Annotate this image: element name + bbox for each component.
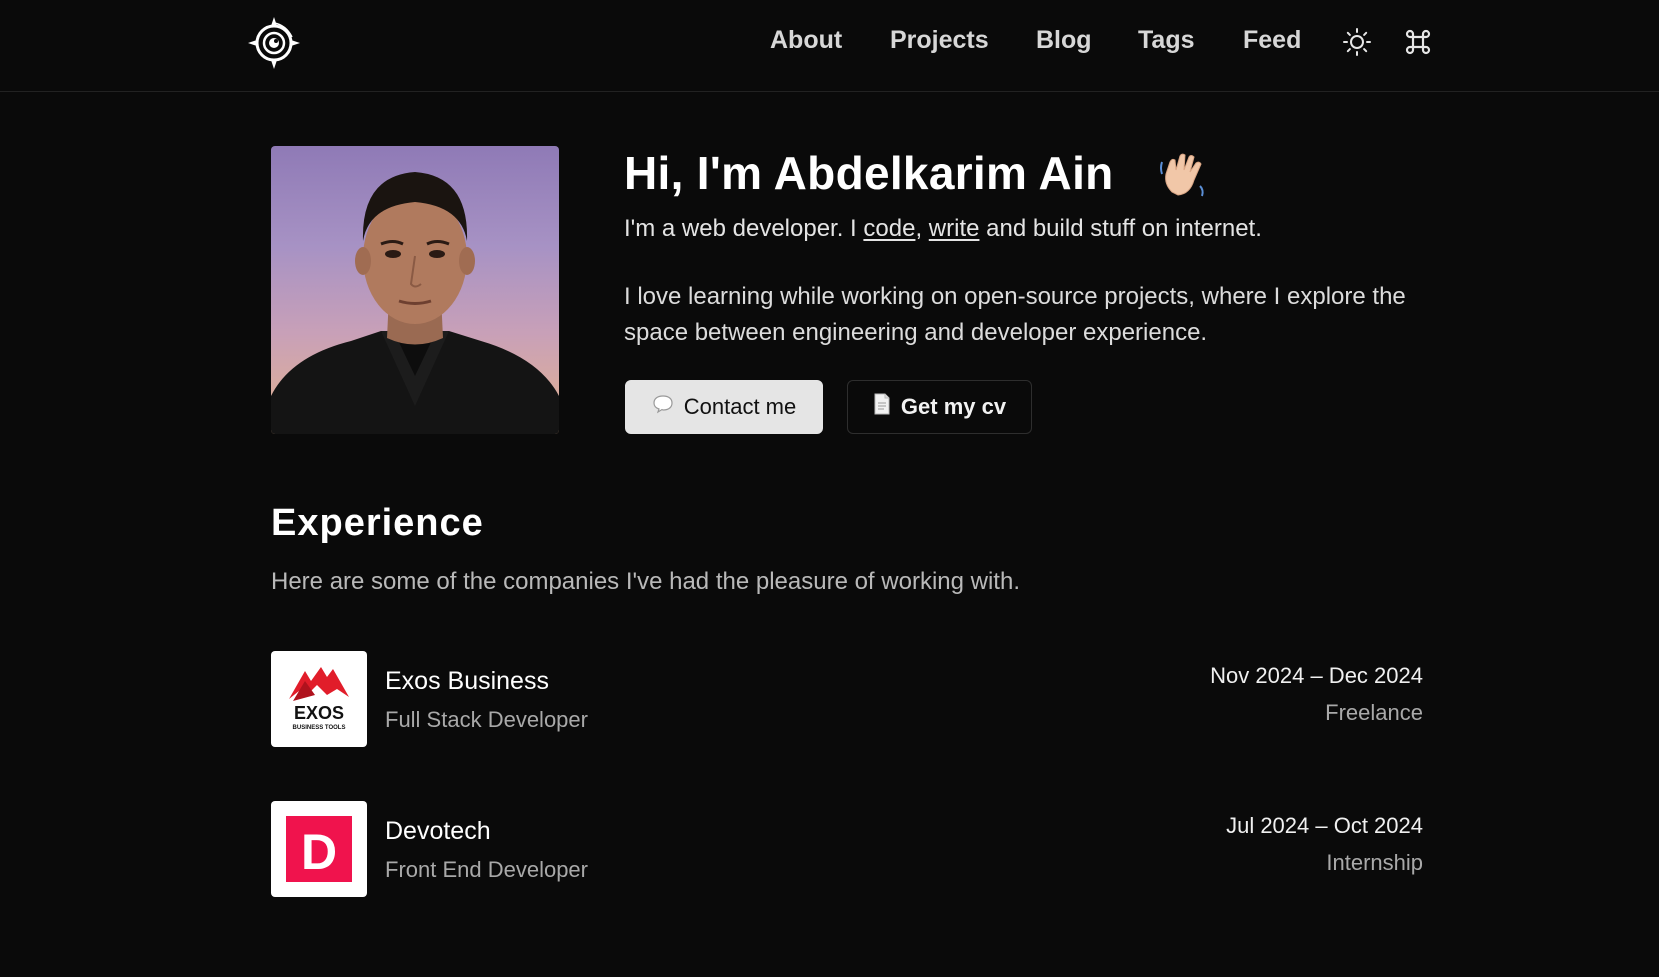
devotech-logo: D (271, 801, 367, 897)
sun-icon[interactable] (1341, 26, 1373, 58)
speech-bubble-icon (652, 394, 674, 420)
nav-blog[interactable]: Blog (1036, 26, 1092, 55)
experience-role: Full Stack Developer (385, 707, 588, 732)
hero-subtitle-suffix: and build stuff on internet. (979, 215, 1262, 242)
experience-company: Devotech (385, 817, 491, 845)
contact-me-label: Contact me (683, 394, 797, 419)
exos-logo-subtext: BUSINESS TOOLS (293, 725, 346, 731)
exos-logo-text: EXOS (294, 703, 344, 723)
experience-type: Freelance (1325, 700, 1423, 725)
experience-subtitle: Here are some of the companies I've had … (271, 568, 1020, 595)
experience-role: Front End Developer (385, 857, 588, 882)
hero-title: Hi, I'm Abdelkarim Ain (624, 147, 1114, 199)
experience-type: Internship (1326, 850, 1423, 875)
get-cv-label: Get my cv (900, 394, 1007, 419)
nav-about[interactable]: About (770, 26, 842, 55)
hero-subtitle: I'm a web developer. I code, write and b… (624, 215, 1262, 243)
waving-hand-icon (1156, 148, 1208, 200)
experience-dates: Jul 2024 – Oct 2024 (1226, 813, 1423, 838)
experience-item: D Devotech Front End Developer Jul 2024 … (271, 801, 1423, 897)
nav-feed[interactable]: Feed (1243, 26, 1301, 55)
compass-logo-icon[interactable] (246, 15, 302, 71)
exos-business-logo: EXOS BUSINESS TOOLS (271, 651, 367, 747)
hero-subtitle-prefix: I'm a web developer. I (624, 215, 864, 242)
experience-company: Exos Business (385, 667, 549, 695)
hero-paragraph: I love learning while working on open-so… (624, 283, 1406, 346)
get-cv-button[interactable]: Get my cv (847, 380, 1032, 434)
document-icon (873, 393, 891, 421)
experience-title: Experience (271, 502, 484, 544)
code-link[interactable]: code (863, 215, 915, 242)
command-icon[interactable] (1402, 26, 1434, 58)
profile-photo (271, 146, 559, 434)
write-link[interactable]: write (929, 215, 980, 242)
nav-projects[interactable]: Projects (890, 26, 989, 55)
experience-dates: Nov 2024 – Dec 2024 (1210, 663, 1423, 688)
nav-tags[interactable]: Tags (1138, 26, 1195, 55)
contact-me-button[interactable]: Contact me (625, 380, 823, 434)
experience-item: EXOS BUSINESS TOOLS Exos Business Full S… (271, 651, 1423, 747)
site-header: About Projects Blog Tags Feed (0, 0, 1659, 92)
hero-subtitle-comma: , (915, 215, 929, 242)
devotech-logo-text: D (301, 824, 337, 880)
